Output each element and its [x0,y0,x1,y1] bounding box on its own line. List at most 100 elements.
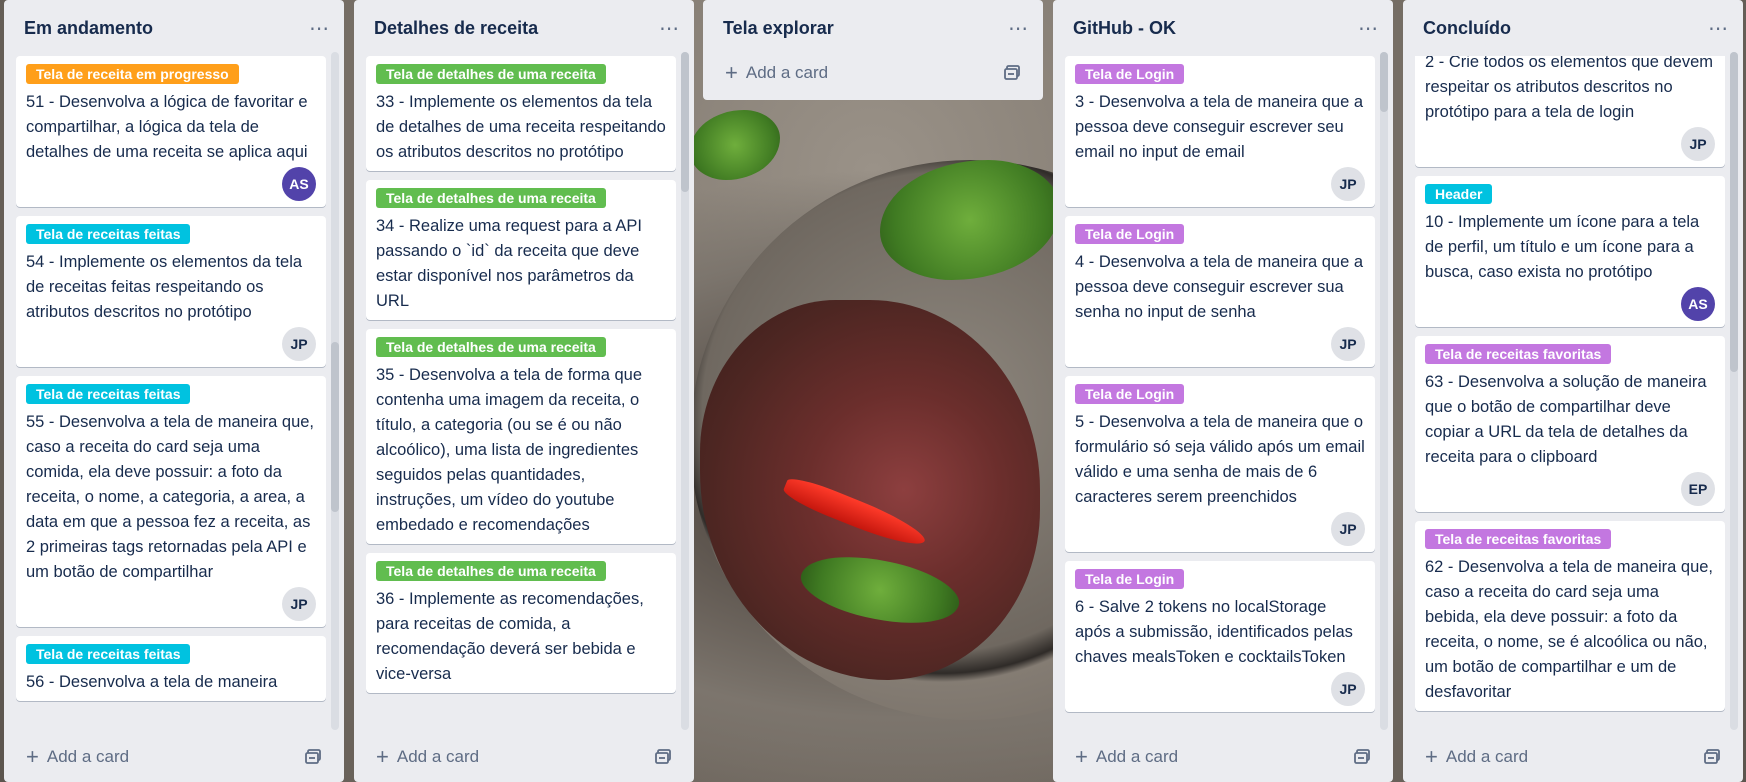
add-card-action[interactable]: + Add a card [1075,746,1178,768]
create-from-template-icon[interactable] [1353,748,1371,766]
create-from-template-icon[interactable] [304,748,322,766]
member-avatar[interactable]: JP [1331,672,1365,706]
create-from-template-icon[interactable] [1703,748,1721,766]
member-avatar[interactable]: JP [1331,327,1365,361]
card[interactable]: Tela de detalhes de uma receita 33 - Impl… [366,56,676,171]
card[interactable]: Tela de Login 3 - Desenvolva a tela de ma… [1065,56,1375,207]
create-from-template-icon[interactable] [654,748,672,766]
add-card-button[interactable]: + Add a card [1065,738,1381,776]
card-footer: JP [26,587,316,621]
list-menu-icon[interactable]: ⋯ [659,16,680,41]
card-footer: JP [26,327,316,361]
add-card-action[interactable]: + Add a card [725,62,828,84]
list-scrollbar[interactable] [331,52,339,730]
card-title: 63 - Desenvolva a solução de maneira que… [1425,373,1707,466]
card-footer: AS [26,167,316,201]
card-label: Tela de Login [1075,569,1185,589]
card-footer: EP [1425,472,1715,506]
member-avatar[interactable]: JP [282,327,316,361]
card[interactable]: Tela de Login 5 - Desenvolva a tela de ma… [1065,376,1375,552]
card-title: 51 - Desenvolva a lógica de favoritar e … [26,93,308,161]
plus-icon: + [26,744,39,769]
list-scrollbar[interactable] [1380,52,1388,730]
card-label: Tela de detalhes de uma receita [376,188,606,208]
list-menu-icon[interactable]: ⋯ [1708,16,1729,41]
card[interactable]: Tela de receitas feitas 55 - Desenvolva a… [16,376,326,627]
list-title[interactable]: Tela explorar [723,18,834,39]
card-title: 33 - Implemente os elementos da tela de … [376,93,666,161]
scrollbar-thumb[interactable] [681,52,689,192]
member-avatar[interactable]: EP [1681,472,1715,506]
add-card-label: Add a card [396,747,480,766]
card[interactable]: Tela de detalhes de uma receita 34 - Real… [366,180,676,320]
add-card-action[interactable]: + Add a card [376,746,479,768]
list-title[interactable]: Detalhes de receita [374,18,538,39]
card-footer: JP [1425,127,1715,161]
add-card-action[interactable]: + Add a card [26,746,129,768]
card-title: 3 - Desenvolva a tela de maneira que a p… [1075,93,1364,161]
list-title[interactable]: GitHub - OK [1073,18,1176,39]
plus-icon: + [1425,744,1438,769]
card-label: Tela de detalhes de uma receita [376,337,606,357]
member-avatar[interactable]: JP [1331,512,1365,546]
list-menu-icon[interactable]: ⋯ [1358,16,1379,41]
card-title: 54 - Implemente os elementos da tela de … [26,253,303,321]
card[interactable]: Tela de receitas favoritas 63 - Desenvolv… [1415,336,1725,512]
card-label: Tela de receita em progresso [26,64,239,84]
card-label: Tela de Login [1075,64,1185,84]
card-label: Tela de Login [1075,224,1185,244]
list-header[interactable]: Tela explorar ⋯ [703,0,1043,56]
add-card-button[interactable]: + Add a card [715,54,1031,92]
scrollbar-thumb[interactable] [331,342,339,512]
card-list: Tela de receita em progresso 51 - Desenvo… [4,56,344,732]
list-scrollbar[interactable] [681,52,689,730]
plus-icon: + [725,60,738,85]
card[interactable]: Header 10 - Implemente um ícone para a te… [1415,176,1725,327]
card-label: Tela de receitas feitas [26,384,191,404]
card[interactable]: Tela de detalhes de uma receita 36 - Impl… [366,553,676,693]
card-title: 55 - Desenvolva a tela de maneira que, c… [26,413,315,581]
list-header[interactable]: Em andamento ⋯ [4,0,344,56]
list-menu-icon[interactable]: ⋯ [1008,16,1029,41]
card-list: 2 - Crie todos os elementos que devem re… [1403,56,1743,732]
create-from-template-icon[interactable] [1003,64,1021,82]
member-avatar[interactable]: JP [1331,167,1365,201]
add-card-button[interactable]: + Add a card [16,738,332,776]
card[interactable]: Tela de Login 6 - Salve 2 tokens no local… [1065,561,1375,712]
list-menu-icon[interactable]: ⋯ [309,16,330,41]
card-title: 10 - Implemente um ícone para a tela de … [1425,213,1700,281]
add-card-button[interactable]: + Add a card [366,738,682,776]
list-header[interactable]: Detalhes de receita ⋯ [354,0,694,56]
member-avatar[interactable]: AS [1681,287,1715,321]
member-avatar[interactable]: JP [282,587,316,621]
list-column: GitHub - OK ⋯ Tela de Login 3 - Desenvolva … [1053,0,1393,782]
list-column: Tela explorar ⋯ + Add a card [703,0,1043,100]
member-avatar[interactable]: JP [1681,127,1715,161]
card[interactable]: Tela de Login 4 - Desenvolva a tela de ma… [1065,216,1375,367]
list-title[interactable]: Concluído [1423,18,1511,39]
add-card-action[interactable]: + Add a card [1425,746,1528,768]
card[interactable]: Tela de receita em progresso 51 - Desenvo… [16,56,326,207]
card-title: 62 - Desenvolva a tela de maneira que, c… [1425,558,1714,701]
list-title[interactable]: Em andamento [24,18,153,39]
list-header[interactable]: Concluído ⋯ [1403,0,1743,56]
card[interactable]: Tela de receitas favoritas 62 - Desenvolv… [1415,521,1725,711]
card-title: 34 - Realize uma request para a API pass… [376,217,642,310]
card-footer: JP [1075,672,1365,706]
list-scrollbar[interactable] [1730,52,1738,730]
list-column: Em andamento ⋯ Tela de receita em progress… [4,0,344,782]
list-header[interactable]: GitHub - OK ⋯ [1053,0,1393,56]
card-label: Tela de detalhes de uma receita [376,64,606,84]
card[interactable]: Tela de receitas feitas 56 - Desenvolva a… [16,636,326,701]
list-column: Detalhes de receita ⋯ Tela de detalhes de … [354,0,694,782]
card[interactable]: 2 - Crie todos os elementos que devem re… [1415,56,1725,167]
card-label: Tela de receitas favoritas [1425,344,1612,364]
card[interactable]: Tela de receitas feitas 54 - Implemente o… [16,216,326,367]
member-avatar[interactable]: AS [282,167,316,201]
scrollbar-thumb[interactable] [1730,52,1738,372]
list-column: Concluído ⋯ 2 - Crie todos os elementos qu… [1403,0,1743,782]
add-card-button[interactable]: + Add a card [1415,738,1731,776]
card[interactable]: Tela de detalhes de uma receita 35 - Dese… [366,329,676,544]
card-title: 4 - Desenvolva a tela de maneira que a p… [1075,253,1364,321]
scrollbar-thumb[interactable] [1380,52,1388,112]
